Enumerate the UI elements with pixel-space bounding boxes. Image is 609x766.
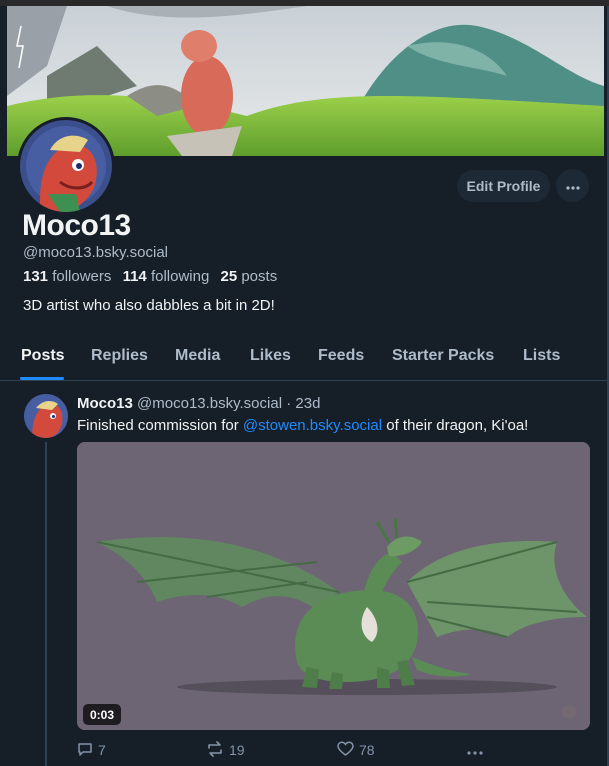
thread-line: [45, 442, 47, 766]
tab-replies[interactable]: Replies: [91, 347, 148, 365]
profile-more-button[interactable]: [556, 169, 589, 202]
post-mention-link[interactable]: @stowen.bsky.social: [243, 417, 382, 434]
profile-bio: 3D artist who also dabbles a bit in 2D!: [23, 297, 275, 314]
following-link[interactable]: 114 following: [123, 268, 210, 285]
repost-count: 19: [229, 742, 245, 758]
display-name: Moco13: [22, 209, 131, 242]
tab-posts[interactable]: Posts: [21, 347, 65, 365]
edit-profile-button[interactable]: Edit Profile: [457, 170, 550, 202]
profile-tabs: Posts Replies Media Likes Feeds Starter …: [0, 340, 607, 381]
post-separator: ·: [286, 395, 292, 412]
active-tab-indicator: [20, 377, 64, 380]
profile-handle: @moco13.bsky.social: [23, 244, 169, 261]
post-author-name[interactable]: Moco13: [77, 395, 133, 412]
tab-starter-packs[interactable]: Starter Packs: [392, 347, 494, 365]
like-button[interactable]: 78: [337, 740, 375, 760]
tab-feeds[interactable]: Feeds: [318, 347, 364, 365]
post-more-button[interactable]: [467, 741, 488, 759]
posts-stat: 25 posts: [220, 268, 277, 285]
reply-button[interactable]: 7: [77, 741, 106, 759]
ellipsis-icon: [565, 177, 580, 195]
post-author-handle[interactable]: @moco13.bsky.social: [137, 395, 282, 412]
reply-icon: [77, 741, 98, 760]
reply-count: 7: [98, 742, 106, 758]
post-text: Finished commission for @stowen.bsky.soc…: [77, 417, 528, 434]
posts-label: posts: [241, 268, 278, 285]
repost-button[interactable]: 19: [206, 740, 245, 760]
post-text-before: Finished commission for: [77, 417, 243, 434]
following-count: 114: [122, 268, 147, 285]
post-video[interactable]: [77, 442, 590, 730]
followers-link[interactable]: 131 followers: [23, 268, 111, 285]
posts-count: 25: [220, 268, 238, 285]
post-author-avatar[interactable]: [24, 394, 68, 438]
profile-avatar[interactable]: [17, 117, 115, 215]
ellipsis-icon: [467, 742, 488, 758]
repost-icon: [206, 740, 229, 760]
followers-label: followers: [52, 268, 112, 285]
heart-icon: [337, 740, 359, 760]
post-text-after: of their dragon, Ki'oa!: [382, 417, 529, 434]
post-header: Moco13 @moco13.bsky.social · 23d: [77, 395, 320, 412]
following-label: following: [150, 268, 210, 285]
post-timestamp[interactable]: 23d: [295, 395, 320, 412]
like-count: 78: [359, 742, 375, 758]
video-duration-badge: 0:03: [83, 704, 121, 725]
tab-lists[interactable]: Lists: [523, 347, 560, 365]
followers-count: 131: [23, 268, 49, 285]
profile-stats: 131 followers 114 following 25 posts: [23, 268, 277, 285]
tab-likes[interactable]: Likes: [250, 347, 291, 365]
tab-media[interactable]: Media: [175, 347, 220, 365]
